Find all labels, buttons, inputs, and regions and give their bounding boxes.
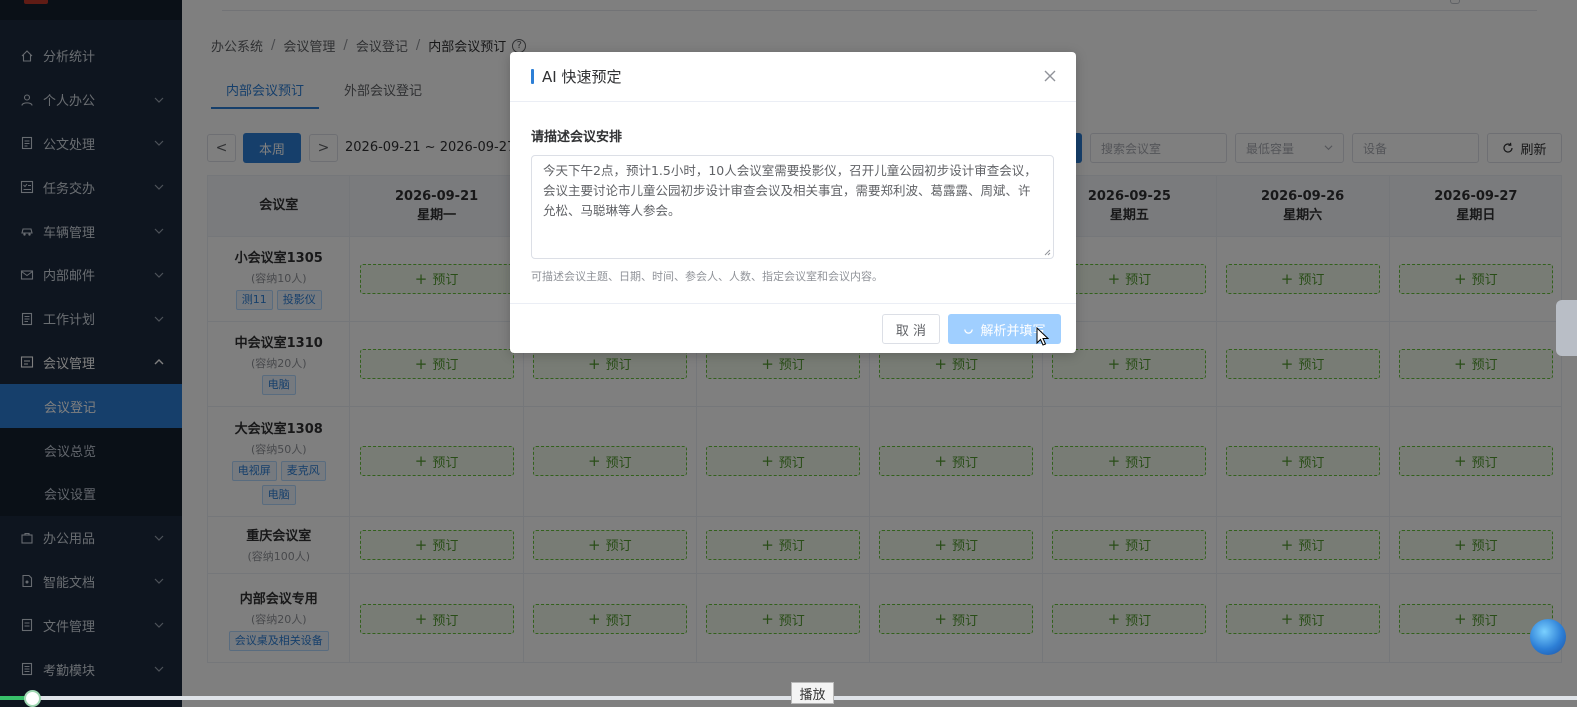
- loading-spinner-icon: [964, 328, 974, 334]
- dialog-footer: 取 消 解析并填写: [510, 303, 1076, 353]
- meeting-description-text: 今天下午2点，预计1.5小时，10人会议室需要投影仪，召开儿童公园初步设计审查会…: [543, 163, 1037, 218]
- title-accent-bar: [531, 69, 534, 84]
- ai-quick-booking-dialog: AI 快速预定 请描述会议安排 今天下午2点，预计1.5小时，10人会议室需要投…: [510, 52, 1076, 353]
- assistant-orb-icon[interactable]: [1530, 619, 1566, 655]
- playback-progress-bar[interactable]: [0, 696, 1577, 700]
- side-drawer-handle[interactable]: [1556, 300, 1577, 356]
- play-button[interactable]: 播放: [791, 682, 834, 704]
- close-icon[interactable]: [1042, 68, 1058, 84]
- resize-grip-icon[interactable]: [1043, 248, 1051, 256]
- playback-scrubber-handle[interactable]: [24, 690, 41, 707]
- dialog-body: 请描述会议安排 今天下午2点，预计1.5小时，10人会议室需要投影仪，召开儿童公…: [510, 102, 1076, 284]
- meeting-description-textarea[interactable]: 今天下午2点，预计1.5小时，10人会议室需要投影仪，召开儿童公园初步设计审查会…: [531, 155, 1054, 259]
- dialog-title: AI 快速预定: [542, 68, 622, 86]
- mouse-cursor-icon: [1036, 327, 1050, 346]
- description-label: 请描述会议安排: [531, 130, 623, 145]
- cancel-button[interactable]: 取 消: [882, 314, 940, 344]
- description-hint: 可描述会议主题、日期、时间、参会人、人数、指定会议室和会议内容。: [531, 270, 883, 283]
- bottom-strip: [0, 707, 1577, 717]
- dialog-header: AI 快速预定: [510, 52, 1076, 102]
